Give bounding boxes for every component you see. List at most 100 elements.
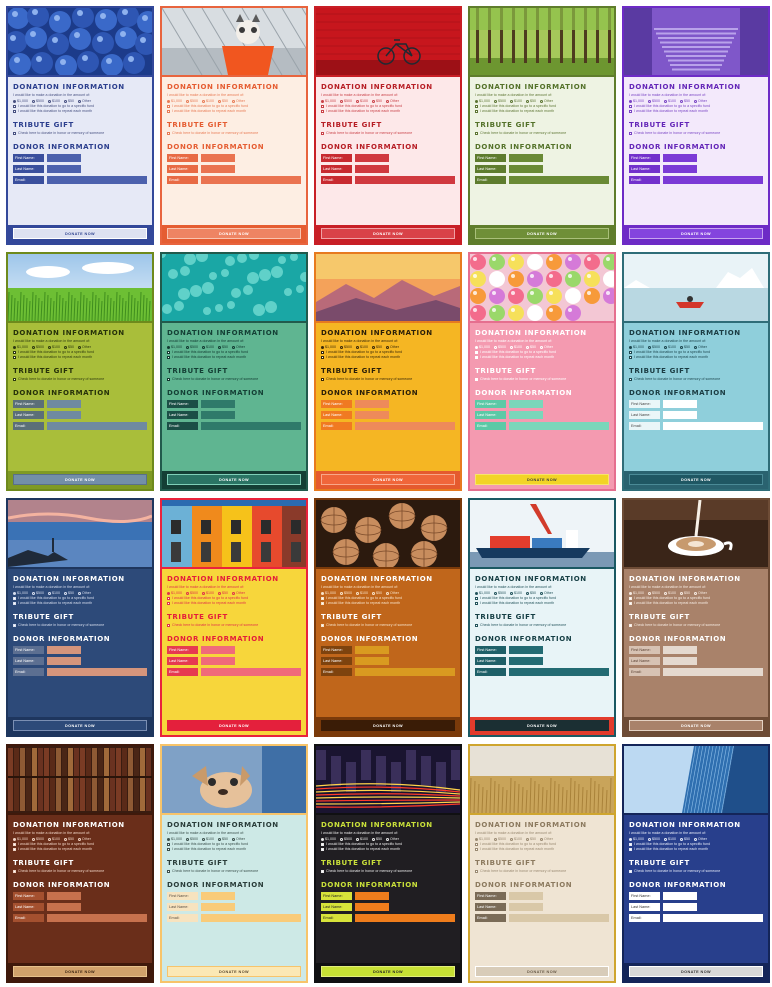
repeat-monthly-option[interactable]: I would like this donation to repeat eac…	[13, 109, 147, 114]
amount-option[interactable]: $100	[510, 591, 522, 595]
amount-option[interactable]: $1,000	[321, 837, 336, 841]
amount-option[interactable]: $500	[340, 99, 352, 103]
first-name-input[interactable]	[663, 892, 697, 900]
amount-option[interactable]: $500	[186, 837, 198, 841]
first-name-input[interactable]	[355, 892, 389, 900]
radio-button[interactable]	[13, 345, 16, 349]
checkbox[interactable]	[629, 597, 632, 600]
donate-now-button[interactable]: DONATE NOW	[167, 720, 301, 731]
radio-button[interactable]	[218, 345, 221, 349]
tribute-option[interactable]: Check here to donate in honor or memory …	[629, 869, 763, 874]
radio-button[interactable]	[526, 837, 529, 841]
radio-button[interactable]	[494, 99, 497, 103]
checkbox[interactable]	[321, 602, 324, 605]
radio-button[interactable]	[321, 591, 324, 595]
repeat-monthly-option[interactable]: I would like this donation to repeat eac…	[475, 601, 609, 606]
radio-button[interactable]	[510, 591, 513, 595]
repeat-monthly-option[interactable]: I would like this donation to repeat eac…	[167, 601, 301, 606]
radio-button[interactable]	[186, 99, 189, 103]
radio-button[interactable]	[510, 345, 513, 349]
amount-option[interactable]: Other	[232, 99, 245, 103]
radio-button[interactable]	[32, 345, 35, 349]
checkbox[interactable]	[629, 132, 632, 135]
checkbox[interactable]	[321, 132, 324, 135]
amount-option[interactable]: $1,000	[13, 837, 28, 841]
radio-button[interactable]	[356, 345, 359, 349]
repeat-monthly-option[interactable]: I would like this donation to repeat eac…	[475, 109, 609, 114]
amount-option[interactable]: $100	[202, 99, 214, 103]
amount-option[interactable]: Other	[540, 591, 553, 595]
amount-option[interactable]: Other	[694, 345, 707, 349]
amount-option[interactable]: $1,000	[13, 345, 28, 349]
last-name-input[interactable]	[663, 657, 697, 665]
amount-option[interactable]: $1,000	[629, 591, 644, 595]
radio-button[interactable]	[475, 591, 478, 595]
checkbox[interactable]	[629, 351, 632, 354]
donate-now-button[interactable]: DONATE NOW	[629, 474, 763, 485]
checkbox[interactable]	[13, 602, 16, 605]
checkbox[interactable]	[167, 843, 170, 846]
amount-option[interactable]: $500	[648, 837, 660, 841]
last-name-input[interactable]	[509, 657, 543, 665]
amount-option[interactable]: Other	[386, 345, 399, 349]
radio-button[interactable]	[664, 345, 667, 349]
checkbox[interactable]	[321, 105, 324, 108]
amount-option[interactable]: $1,000	[321, 345, 336, 349]
amount-option[interactable]: $1,000	[13, 591, 28, 595]
amount-option[interactable]: $500	[186, 99, 198, 103]
checkbox[interactable]	[475, 602, 478, 605]
repeat-monthly-option[interactable]: I would like this donation to repeat eac…	[167, 109, 301, 114]
first-name-input[interactable]	[201, 646, 235, 654]
radio-button[interactable]	[340, 345, 343, 349]
radio-button[interactable]	[167, 345, 170, 349]
last-name-input[interactable]	[355, 411, 389, 419]
email-input[interactable]	[47, 914, 147, 922]
amount-option[interactable]: Other	[78, 591, 91, 595]
radio-button[interactable]	[648, 345, 651, 349]
tribute-option[interactable]: Check here to donate in honor or memory …	[13, 869, 147, 874]
donate-now-button[interactable]: DONATE NOW	[475, 474, 609, 485]
first-name-input[interactable]	[47, 400, 81, 408]
amount-option[interactable]: $500	[494, 591, 506, 595]
amount-option[interactable]: $500	[32, 591, 44, 595]
radio-button[interactable]	[321, 837, 324, 841]
amount-option[interactable]: $50	[64, 591, 74, 595]
last-name-input[interactable]	[201, 411, 235, 419]
radio-button[interactable]	[321, 99, 324, 103]
radio-button[interactable]	[386, 837, 389, 841]
first-name-input[interactable]	[201, 400, 235, 408]
checkbox[interactable]	[321, 351, 324, 354]
first-name-input[interactable]	[201, 154, 235, 162]
radio-button[interactable]	[48, 591, 51, 595]
email-input[interactable]	[201, 422, 301, 430]
last-name-input[interactable]	[663, 165, 697, 173]
radio-button[interactable]	[218, 99, 221, 103]
radio-button[interactable]	[540, 591, 543, 595]
repeat-monthly-option[interactable]: I would like this donation to repeat eac…	[167, 847, 301, 852]
amount-option[interactable]: $50	[218, 99, 228, 103]
email-input[interactable]	[47, 176, 147, 184]
radio-button[interactable]	[167, 99, 170, 103]
radio-button[interactable]	[372, 837, 375, 841]
amount-option[interactable]: $500	[186, 591, 198, 595]
amount-option[interactable]: Other	[232, 837, 245, 841]
amount-option[interactable]: $100	[48, 591, 60, 595]
amount-option[interactable]: $1,000	[475, 99, 490, 103]
last-name-input[interactable]	[509, 165, 543, 173]
tribute-option[interactable]: Check here to donate in honor or memory …	[475, 623, 609, 628]
first-name-input[interactable]	[355, 154, 389, 162]
last-name-input[interactable]	[509, 903, 543, 911]
radio-button[interactable]	[78, 591, 81, 595]
first-name-input[interactable]	[47, 154, 81, 162]
radio-button[interactable]	[386, 345, 389, 349]
radio-button[interactable]	[48, 837, 51, 841]
radio-button[interactable]	[232, 591, 235, 595]
checkbox[interactable]	[475, 870, 478, 873]
amount-option[interactable]: $50	[526, 345, 536, 349]
radio-button[interactable]	[78, 345, 81, 349]
repeat-monthly-option[interactable]: I would like this donation to repeat eac…	[13, 355, 147, 360]
email-input[interactable]	[663, 914, 763, 922]
repeat-monthly-option[interactable]: I would like this donation to repeat eac…	[475, 355, 609, 360]
tribute-option[interactable]: Check here to donate in honor or memory …	[13, 377, 147, 382]
radio-button[interactable]	[202, 837, 205, 841]
